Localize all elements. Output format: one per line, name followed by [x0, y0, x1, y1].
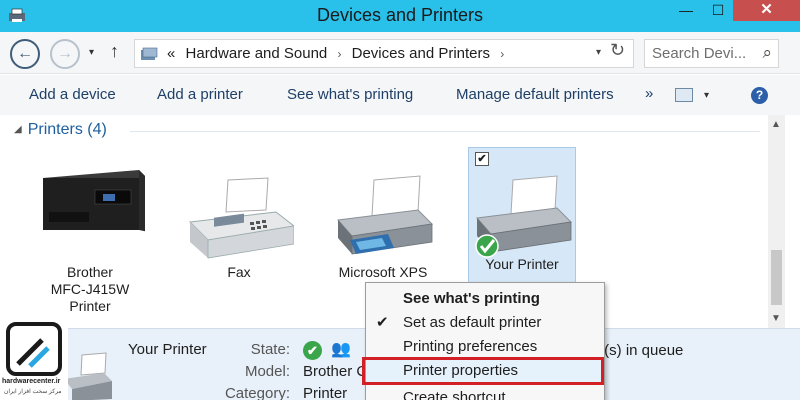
menu-item-label: Set as default printer: [403, 314, 542, 331]
printer-icon: [64, 352, 112, 400]
scroll-thumb[interactable]: [771, 250, 782, 305]
control-panel-icon: [141, 47, 158, 60]
menu-item-create-shortcut[interactable]: Create shortcut: [366, 386, 604, 400]
highlight-box: [362, 357, 604, 385]
selection-checkbox[interactable]: ✔: [475, 152, 489, 166]
model-label: Model:: [244, 363, 290, 380]
up-button[interactable]: ↑: [110, 41, 119, 62]
default-printer-icon: [475, 175, 573, 258]
device-label-line2: MFC-J415W: [50, 281, 130, 297]
address-bar[interactable]: « Hardware and Sound › Devices and Print…: [134, 39, 634, 68]
device-label-line1: Microsoft XPS: [338, 264, 428, 280]
state-ok-icon: ✔: [303, 341, 322, 360]
menu-item-see-whats-printing[interactable]: See what's printing: [366, 287, 604, 311]
breadcrumb-devices-and-printers[interactable]: Devices and Printers: [352, 45, 490, 62]
watermark-tagline: مرکز سخت افزار ایران: [4, 389, 62, 395]
model-value: Brother C: [303, 363, 368, 380]
view-options-dropdown-icon[interactable]: ▾: [704, 90, 709, 101]
context-menu: See what's printing ✔ Set as default pri…: [362, 282, 605, 400]
vertical-scrollbar[interactable]: ▲ ▼: [768, 115, 785, 328]
category-label: Category:: [224, 385, 290, 400]
forward-button[interactable]: →: [50, 39, 80, 69]
refresh-icon[interactable]: ↻: [610, 40, 625, 61]
maximize-button[interactable]: ☐: [702, 0, 734, 21]
help-icon[interactable]: ?: [751, 87, 768, 104]
printer-icon: [337, 175, 434, 255]
address-bar-row: ← → ▾ ↑ « Hardware and Sound › Devices a…: [0, 32, 800, 74]
detail-device-name: Your Printer: [128, 341, 207, 358]
device-microsoft-xps[interactable]: Microsoft XPS Docu: [328, 150, 438, 298]
breadcrumb-hardware-and-sound[interactable]: Hardware and Sound: [186, 45, 328, 62]
breadcrumb-overflow[interactable]: «: [167, 45, 175, 62]
shared-users-icon: 👥: [331, 341, 351, 358]
add-device-button[interactable]: Add a device: [29, 86, 116, 103]
manage-default-printers-button[interactable]: Manage default printers: [456, 86, 614, 103]
multifunction-printer-icon: [43, 170, 145, 232]
watermark-domain: hardwarecenter.ir: [2, 378, 61, 385]
command-bar: Add a device Add a printer See what's pr…: [0, 75, 800, 115]
collapse-caret-icon[interactable]: ◢: [14, 124, 22, 135]
device-your-printer[interactable]: ✔ Your Printer: [468, 147, 576, 285]
menu-item-label: See what's printing: [403, 290, 540, 307]
queue-status: t(s) in queue: [600, 342, 684, 359]
device-label-line1: Fax: [227, 264, 251, 280]
watermark-logo: hardwarecenter.ir مرکز سخت افزار ایران: [0, 318, 68, 400]
menu-item-printing-preferences[interactable]: Printing preferences: [366, 335, 604, 359]
menu-item-label: Create shortcut: [403, 389, 506, 400]
search-icon[interactable]: ⌕: [762, 43, 772, 63]
scroll-down-icon[interactable]: ▼: [771, 313, 781, 324]
search-box[interactable]: ⌕: [644, 39, 779, 68]
close-button[interactable]: ✕: [733, 0, 800, 21]
device-label-line3: Printer: [69, 298, 111, 314]
device-brother-mfc[interactable]: Brother MFC-J415W Printer: [35, 150, 145, 315]
logo-icon: [6, 322, 62, 376]
printers-section-header[interactable]: ◢ Printers (4): [14, 121, 107, 139]
breadcrumb: « Hardware and Sound › Devices and Print…: [167, 45, 510, 62]
device-fax[interactable]: Fax: [184, 150, 294, 281]
category-value: Printer: [303, 385, 348, 400]
search-input[interactable]: [652, 45, 752, 62]
address-dropdown-icon[interactable]: ▾: [596, 47, 601, 58]
device-label-line1: Your Printer: [485, 256, 559, 272]
minimize-button[interactable]: —: [670, 0, 702, 21]
menu-item-set-default-printer[interactable]: ✔ Set as default printer: [366, 311, 604, 335]
printers-section-title: Printers (4): [27, 121, 107, 138]
more-commands-icon[interactable]: »: [645, 85, 653, 102]
add-printer-button[interactable]: Add a printer: [157, 86, 243, 103]
breadcrumb-separator[interactable]: ›: [337, 47, 341, 61]
recent-locations-dropdown-icon[interactable]: ▾: [89, 47, 94, 58]
title-bar: Devices and Printers — ☐ ✕: [0, 0, 800, 32]
fax-icon: [188, 177, 294, 259]
change-view-icon[interactable]: [675, 88, 693, 102]
scroll-up-icon[interactable]: ▲: [771, 119, 781, 130]
back-button[interactable]: ←: [10, 39, 40, 69]
state-label: State:: [250, 341, 290, 358]
device-label-line1: Brother: [67, 264, 113, 280]
breadcrumb-separator[interactable]: ›: [500, 47, 504, 61]
section-divider: [130, 131, 760, 132]
see-whats-printing-button[interactable]: See what's printing: [287, 86, 413, 103]
menu-item-label: Printing preferences: [403, 338, 538, 355]
checkmark-icon: ✔: [376, 314, 389, 331]
